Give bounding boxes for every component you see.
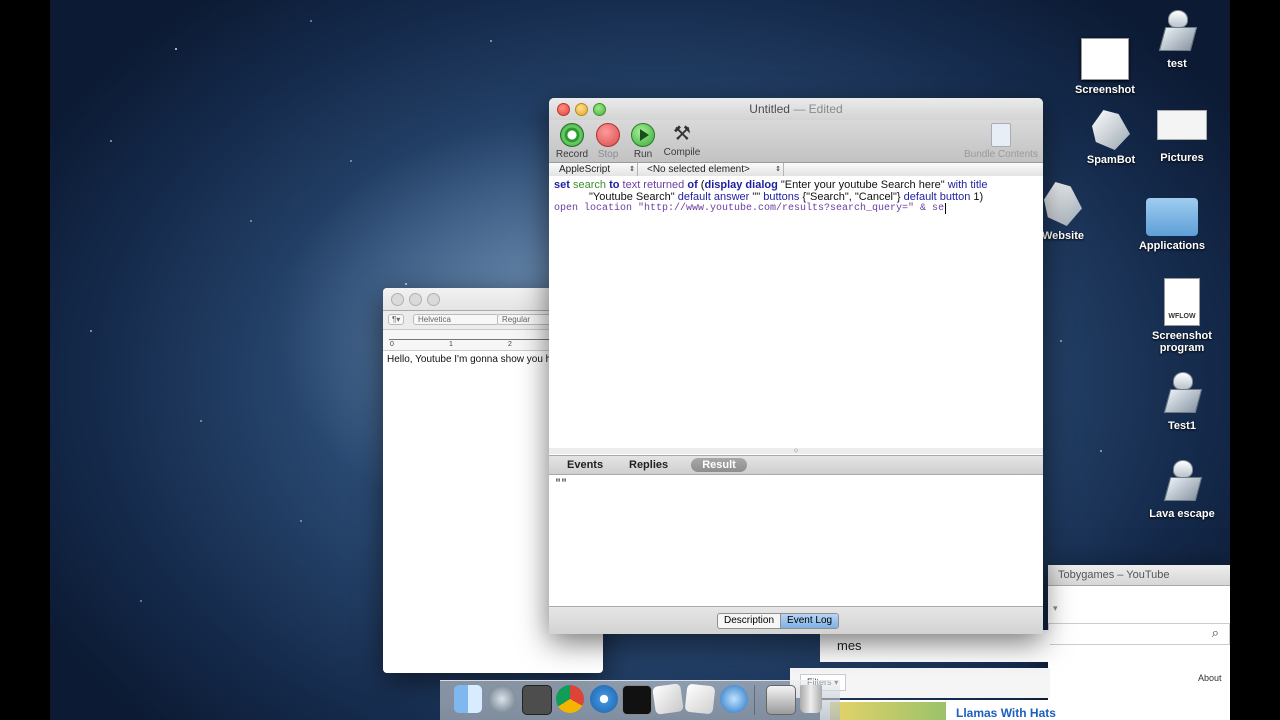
record-icon: [560, 123, 584, 147]
script-icon: [1044, 182, 1082, 226]
updown-arrow-icon: ⇕: [775, 166, 781, 173]
tab-replies[interactable]: Replies: [621, 458, 676, 472]
close-button[interactable]: [391, 293, 404, 306]
tab-result[interactable]: Result: [691, 458, 747, 472]
compile-button[interactable]: ⚒ Compile: [660, 123, 704, 158]
zoom-button[interactable]: [593, 103, 606, 116]
dock: [440, 680, 840, 720]
youtube-channel-header: mes: [820, 630, 1050, 662]
code-line-2: "Youtube Search" default answer "" butto…: [589, 191, 984, 203]
window-title: Untitled: [749, 102, 790, 116]
zoom-button[interactable]: [427, 293, 440, 306]
tab-events[interactable]: Events: [559, 458, 611, 472]
terminal-icon[interactable]: [622, 685, 652, 715]
browser-title: Tobygames – YouTube: [1048, 565, 1230, 586]
run-button[interactable]: Run: [621, 123, 665, 160]
script-editor-titlebar: Untitled — Edited: [549, 98, 1043, 121]
code-line-1: set search to text returned of (display …: [554, 179, 988, 191]
script-text-area[interactable]: set search to text returned of (display …: [549, 176, 1043, 448]
desktop-icon-test1[interactable]: Test1: [1137, 372, 1227, 432]
desktop-icon-applications[interactable]: Applications: [1127, 198, 1217, 252]
video-title-link[interactable]: Llamas With Hats: [956, 706, 1056, 720]
split-view-handle[interactable]: ⬦: [549, 448, 1043, 454]
result-value: "": [555, 479, 568, 490]
navigation-bar: AppleScript ⇕ <No selected element> ⇕: [549, 163, 1043, 177]
script-icon: [1092, 110, 1130, 150]
automator-robot-icon: [1158, 10, 1198, 54]
about-tab[interactable]: About: [1198, 673, 1222, 683]
preview-icon[interactable]: [766, 685, 796, 715]
chrome-icon[interactable]: [556, 685, 584, 713]
desktop-icon-spambot[interactable]: SpamBot: [1066, 110, 1156, 166]
stop-icon: [596, 123, 620, 147]
minimize-button[interactable]: [575, 103, 588, 116]
automator-robot-icon: [1163, 460, 1203, 504]
text-cursor: [945, 203, 947, 214]
paragraph-style-popup[interactable]: ¶▾: [388, 314, 405, 325]
folder-icon: [1146, 198, 1198, 236]
updown-arrow-icon: ⇕: [629, 166, 635, 173]
window-thumbnail-icon: [1081, 38, 1129, 80]
mission-control-icon[interactable]: [522, 685, 552, 715]
editor-footer: Description Event Log: [549, 606, 1043, 634]
script-editor-window[interactable]: Untitled — Edited Record Stop Run ⚒ Comp…: [549, 98, 1043, 634]
youtube-video-row[interactable]: Llamas With Hats: [820, 700, 1230, 720]
launchpad-icon[interactable]: [488, 685, 516, 713]
dropdown-arrow-icon: ▾: [1053, 603, 1058, 613]
textedit-dock-icon[interactable]: [684, 683, 716, 715]
minimize-button[interactable]: [409, 293, 422, 306]
script-toolbar: Record Stop Run ⚒ Compile Bundle Content…: [549, 120, 1043, 163]
automator-robot-icon: [1163, 372, 1203, 416]
script-editor-dock-icon[interactable]: [652, 683, 684, 715]
result-pane[interactable]: "": [549, 475, 1043, 606]
code-line-3: open location "http://www.youtube.com/re…: [554, 203, 947, 214]
image-file-icon: [1157, 110, 1207, 140]
youtube-search-input[interactable]: ⌕: [1048, 623, 1230, 645]
description-button[interactable]: Description: [718, 614, 780, 628]
desktop-icon-lava-escape[interactable]: Lava escape: [1137, 460, 1227, 520]
finder-icon[interactable]: [454, 685, 482, 713]
safari-icon[interactable]: [590, 685, 618, 713]
edited-indicator: — Edited: [793, 102, 843, 116]
language-popup[interactable]: AppleScript ⇕: [549, 163, 638, 176]
bundle-icon: [991, 123, 1011, 147]
play-icon: [631, 123, 655, 147]
view-segmented-control: Description Event Log: [717, 613, 840, 629]
channel-name-partial: mes: [837, 638, 862, 653]
search-icon: ⌕: [1211, 625, 1219, 640]
quicktime-icon[interactable]: [720, 685, 748, 713]
browser-window[interactable]: Tobygames – YouTube ⌕ ▾ About: [1048, 565, 1230, 720]
close-button[interactable]: [557, 103, 570, 116]
video-thumbnail[interactable]: [830, 702, 946, 720]
bundle-contents-button[interactable]: Bundle Contents: [959, 123, 1043, 160]
desktop-icon-screenshot-program[interactable]: WFLOW Screenshot program: [1137, 278, 1227, 354]
element-popup[interactable]: <No selected element> ⇕: [637, 163, 784, 176]
hammer-icon: ⚒: [673, 123, 691, 145]
trash-icon[interactable]: [800, 685, 822, 713]
desktop-icon-test[interactable]: test: [1132, 10, 1222, 70]
event-log-button[interactable]: Event Log: [780, 614, 839, 628]
workflow-file-icon: WFLOW: [1164, 278, 1200, 326]
font-family-popup[interactable]: Helvetica: [413, 314, 499, 325]
desktop: Screenshot test Pictures SpamBot Website…: [50, 0, 1230, 720]
log-tabs: Events Replies Result: [549, 455, 1043, 475]
